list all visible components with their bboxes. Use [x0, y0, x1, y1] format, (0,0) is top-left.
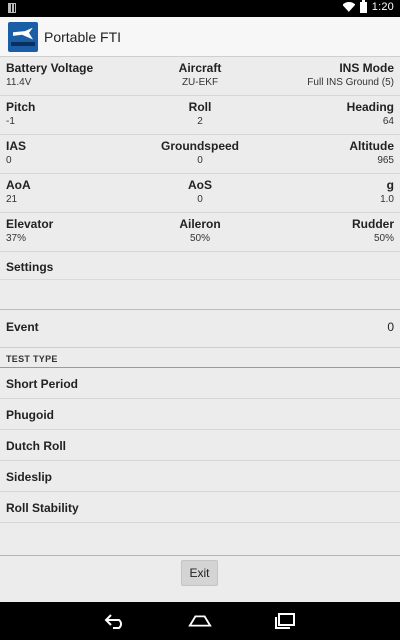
test-item-phugoid[interactable]: Phugoid — [0, 399, 400, 430]
event-value: 0 — [387, 320, 394, 334]
heading-cell: Heading 64 — [347, 100, 394, 129]
elevator-cell: Elevator 37% — [6, 217, 53, 246]
divider — [0, 279, 400, 280]
cell-value: 37% — [6, 233, 27, 244]
action-bar: Portable FTI — [0, 17, 400, 57]
test-item-short-period[interactable]: Short Period — [0, 368, 400, 399]
exit-button[interactable]: Exit — [181, 560, 218, 586]
roll-cell: Roll 2 — [120, 100, 280, 129]
status-time: 1:20 — [371, 1, 394, 13]
main-content: Battery Voltage 11.4V Aircraft ZU-EKF INS … — [0, 57, 400, 602]
cell-label: Pitch — [6, 100, 36, 114]
event-label: Event — [6, 320, 39, 334]
cell-label: g — [386, 178, 394, 192]
cell-value: 11.4V — [6, 77, 32, 88]
data-row-1: Pitch -1 Roll 2 Heading 64 — [0, 96, 400, 135]
cell-value: 64 — [382, 116, 394, 127]
cell-label: Rudder — [352, 217, 394, 231]
home-icon[interactable] — [188, 611, 212, 631]
aileron-cell: Aileron 50% — [120, 217, 280, 246]
cell-label: Roll — [188, 100, 212, 114]
aos-cell: AoS 0 — [120, 178, 280, 207]
data-row-4: Elevator 37% Aileron 50% Rudder 50% — [0, 213, 400, 252]
battery-voltage-cell: Battery Voltage 11.4V — [6, 61, 93, 90]
status-icons: 1:20 — [343, 0, 394, 13]
navigation-bar — [0, 602, 400, 640]
test-item-label: Sideslip — [6, 470, 53, 484]
cell-label: Battery Voltage — [6, 61, 94, 75]
cell-label: INS Mode — [339, 61, 394, 75]
cell-value: 50% — [373, 233, 394, 244]
test-item-label: Phugoid — [6, 408, 54, 422]
cell-value: ZU-EKF — [181, 77, 219, 88]
cell-label: Aircraft — [178, 61, 222, 75]
test-item-label: Dutch Roll — [6, 439, 66, 453]
settings-label: Settings — [6, 260, 54, 274]
cell-label: Aileron — [179, 217, 221, 231]
aoa-cell: AoA 21 — [6, 178, 31, 207]
status-bar: 1:20 — [0, 0, 400, 17]
test-item-sideslip[interactable]: Sideslip — [0, 461, 400, 492]
cell-value: 0 — [6, 155, 12, 166]
aircraft-cell: Aircraft ZU-EKF — [120, 61, 280, 90]
test-item-roll-stability[interactable]: Roll Stability — [0, 492, 400, 523]
battery-icon — [359, 0, 367, 13]
cell-label: Heading — [346, 100, 394, 114]
cell-value: 0 — [197, 194, 203, 205]
cell-label: IAS — [6, 139, 27, 153]
data-row-2: IAS 0 Groundspeed 0 Altitude 965 — [0, 135, 400, 174]
altitude-cell: Altitude 965 — [349, 139, 394, 168]
ias-cell: IAS 0 — [6, 139, 26, 168]
bottom-panel: Exit — [0, 555, 400, 602]
cell-value: 21 — [6, 194, 18, 205]
cell-label: Groundspeed — [160, 139, 239, 153]
app-icon[interactable] — [8, 21, 38, 52]
rudder-cell: Rudder 50% — [352, 217, 394, 246]
cell-value: 50% — [189, 233, 210, 244]
notification-icon — [8, 3, 16, 13]
cell-label: Elevator — [6, 217, 54, 231]
back-icon[interactable] — [103, 611, 127, 631]
event-row: Event 0 — [0, 310, 400, 348]
cell-label: AoS — [188, 178, 212, 192]
cell-label: Altitude — [349, 139, 394, 153]
settings-item[interactable]: Settings — [0, 252, 400, 310]
cell-value: 1.0 — [380, 194, 394, 205]
pitch-cell: Pitch -1 — [6, 100, 35, 129]
test-item-dutch-roll[interactable]: Dutch Roll — [0, 430, 400, 461]
groundspeed-cell: Groundspeed 0 — [120, 139, 280, 168]
g-cell: g 1.0 — [380, 178, 394, 207]
data-row-0: Battery Voltage 11.4V Aircraft ZU-EKF INS … — [0, 57, 400, 96]
cell-value: Full INS Ground (5) — [307, 77, 394, 88]
test-item-label: Short Period — [6, 377, 79, 391]
cell-value: 965 — [377, 155, 394, 166]
cell-value: -1 — [6, 116, 15, 127]
section-header-label: TEST TYPE — [6, 354, 58, 364]
cell-label: AoA — [6, 178, 31, 192]
test-item-label: Roll Stability — [6, 501, 79, 515]
ins-mode-cell: INS Mode Full INS Ground (5) — [307, 61, 394, 90]
wifi-icon — [343, 2, 355, 12]
recent-apps-icon[interactable] — [273, 611, 297, 631]
data-row-3: AoA 21 AoS 0 g 1.0 — [0, 174, 400, 213]
app-title: Portable FTI — [44, 28, 122, 45]
cell-value: 2 — [197, 116, 203, 127]
cell-value: 0 — [197, 155, 203, 166]
test-type-header: TEST TYPE — [0, 348, 400, 368]
